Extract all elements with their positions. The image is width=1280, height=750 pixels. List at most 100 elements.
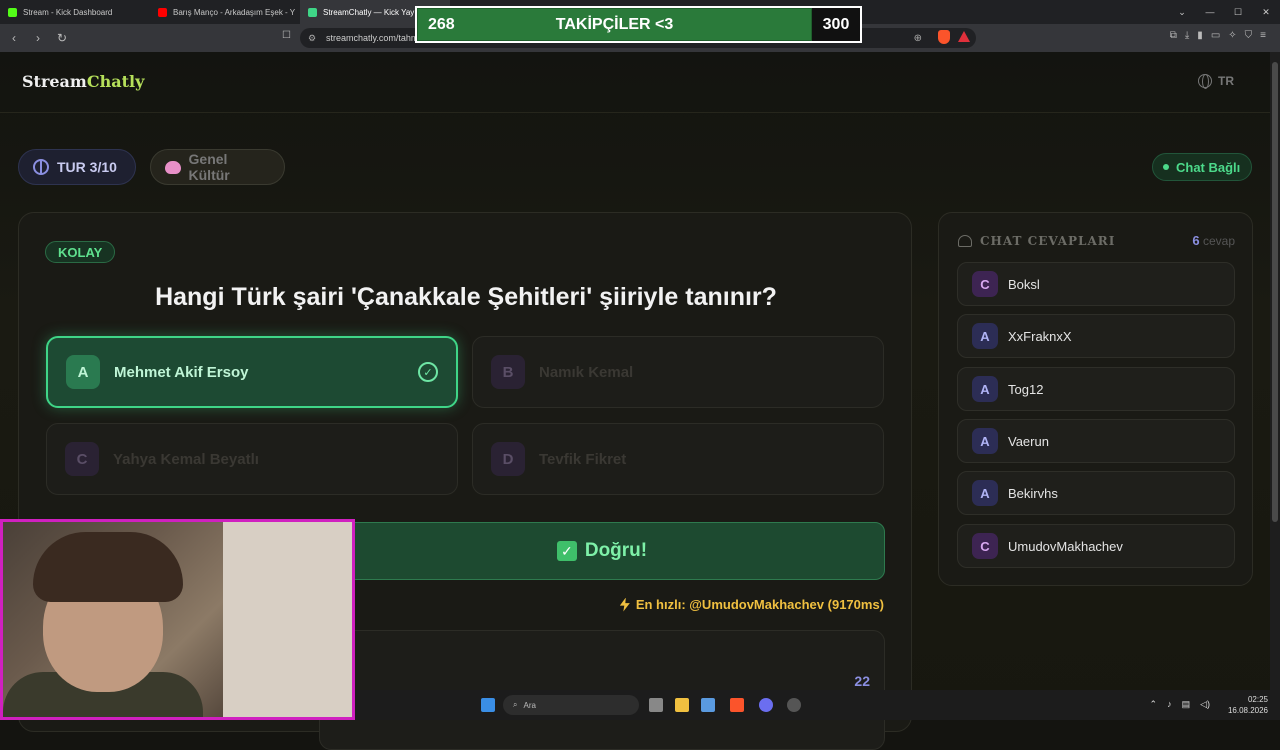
brave-shields-icon[interactable]: [938, 30, 950, 44]
back-icon[interactable]: ‹: [4, 31, 24, 45]
windows-taskbar: ⌕ Ara ⌃ ♪ ▤ ◁) 02:25 16.08.2026: [355, 690, 1280, 720]
webcam-person-hair: [33, 532, 183, 602]
check-circle-icon: ✓: [418, 362, 438, 382]
webcam-background: [223, 522, 352, 717]
difficulty-badge: KOLAY: [45, 241, 116, 263]
status-dot: [1163, 164, 1169, 170]
file-explorer-icon[interactable]: [675, 698, 689, 712]
globe-icon: [1198, 74, 1212, 89]
option-letter: C: [65, 442, 99, 476]
answer-count-suffix: cevap: [1202, 234, 1235, 248]
brave-taskbar-icon[interactable]: [730, 698, 744, 712]
download-icon[interactable]: ⤓: [1185, 30, 1189, 41]
store-icon[interactable]: [701, 698, 715, 712]
site-info-icon[interactable]: ⚙: [308, 33, 316, 44]
leo-icon[interactable]: ✧: [1228, 30, 1236, 41]
close-icon[interactable]: ✕: [1252, 7, 1280, 18]
minimize-icon[interactable]: —: [1196, 7, 1224, 17]
network-icon[interactable]: ▤: [1182, 699, 1191, 710]
answer-letter: C: [972, 533, 998, 559]
language-label: TR: [1218, 74, 1234, 88]
chat-answer-item: A Vaerun: [957, 419, 1235, 463]
tab-label: StreamChatly — Kick Yay: [323, 7, 415, 17]
chat-answers-header: CHAT CEVAPLARI 6 cevap: [958, 233, 1235, 248]
zoom-icon[interactable]: ⊕: [914, 33, 922, 44]
result-text: Doğru!: [584, 540, 648, 561]
answer-letter: C: [972, 271, 998, 297]
taskbar-search[interactable]: ⌕ Ara: [503, 695, 639, 715]
logo[interactable]: StreamChatly: [22, 72, 144, 91]
option-letter: B: [491, 355, 525, 389]
option-letter: A: [66, 355, 100, 389]
extensions-icon[interactable]: ⧉: [1170, 30, 1177, 41]
option-letter: D: [491, 442, 525, 476]
brave-rewards-icon[interactable]: [958, 31, 970, 42]
option-text: Mehmet Akif Ersoy: [114, 363, 249, 381]
task-view-icon[interactable]: [649, 698, 663, 712]
follower-target: 300: [812, 8, 860, 41]
follower-goal-overlay: 268 TAKİPÇİLER <3 300: [415, 6, 862, 43]
logo-part-2: Chatly: [86, 72, 145, 91]
windows-start-icon[interactable]: [481, 698, 495, 712]
sidebar-icon[interactable]: ▮: [1197, 30, 1203, 41]
follower-current: 268: [428, 15, 455, 33]
follower-goal-bar: 268 TAKİPÇİLER <3: [417, 8, 812, 41]
tab-list-icon[interactable]: ⌄: [1168, 7, 1196, 18]
option-text: Yahya Kemal Beyatlı: [113, 450, 259, 468]
kick-icon: [8, 7, 17, 17]
answer-letter: A: [972, 480, 998, 506]
system-tray: ⌃ ♪ ▤ ◁): [1150, 699, 1210, 710]
option-a[interactable]: A Mehmet Akif Ersoy ✓: [46, 336, 458, 408]
chat-answer-item: C UmudovMakhachev: [957, 524, 1235, 568]
bookmark-icon[interactable]: ☐: [282, 30, 291, 41]
logo-part-1: Stream: [22, 72, 87, 91]
browser-tab-youtube[interactable]: Barış Manço - Arkadaşım Eşek - Y: [150, 0, 300, 24]
maximize-icon[interactable]: ☐: [1224, 7, 1252, 18]
obs-icon[interactable]: [787, 698, 801, 712]
option-d[interactable]: D Tevfik Fikret: [472, 423, 884, 495]
search-icon: ⌕: [513, 700, 518, 709]
chat-answer-item: A XxFraknxX: [957, 314, 1235, 358]
chat-answer-item: C Boksl: [957, 262, 1235, 306]
microphone-icon[interactable]: ♪: [1167, 699, 1172, 710]
answer-username: Boksl: [1008, 276, 1040, 292]
option-b[interactable]: B Namık Kemal: [472, 336, 884, 408]
score-number: 22: [854, 673, 870, 689]
browser-tab-kick[interactable]: Stream - Kick Dashboard: [0, 0, 150, 24]
scrollbar-thumb[interactable]: [1272, 62, 1278, 522]
category-label: Genel Kültür: [188, 151, 230, 183]
fastest-text: En hızlı: @UmudovMakhachev (9170ms): [635, 597, 884, 612]
window-controls: ⌄ — ☐ ✕: [1168, 0, 1280, 24]
result-banner: ✓ Doğru!: [319, 522, 885, 580]
wallet-icon[interactable]: ▭: [1211, 30, 1220, 41]
round-label: TUR 3/10: [57, 159, 117, 175]
url-text: streamchatly.com/tahm: [326, 33, 419, 43]
round-badge: TUR 3/10: [18, 149, 136, 185]
answer-username: UmudovMakhachev: [1008, 538, 1123, 554]
answer-letter: A: [972, 428, 998, 454]
vpn-icon[interactable]: ⛉: [1245, 30, 1253, 41]
option-c[interactable]: C Yahya Kemal Beyatlı: [46, 423, 458, 495]
brain-icon: [33, 159, 49, 175]
extension-icons: ⧉ ⤓ ▮ ▭ ✧ ⛉ ≡: [1170, 30, 1266, 41]
answer-username: Bekirvhs: [1008, 485, 1058, 501]
clock-time: 02:25: [1247, 695, 1268, 704]
chat-answer-item: A Tog12: [957, 367, 1235, 411]
reload-icon[interactable]: ↻: [52, 31, 72, 45]
page-scrollbar[interactable]: [1270, 52, 1280, 720]
forward-icon[interactable]: ›: [28, 31, 48, 45]
taskbar-clock[interactable]: 02:25 16.08.2026: [1228, 694, 1268, 716]
chat-answer-item: A Bekirvhs: [957, 471, 1235, 515]
category-badge: Genel Kültür: [150, 149, 285, 185]
answer-count: 6 cevap: [1192, 233, 1235, 248]
youtube-icon: [158, 7, 167, 17]
language-switcher[interactable]: TR: [1198, 74, 1234, 89]
fastest-answer: En hızlı: @UmudovMakhachev (9170ms): [619, 597, 884, 612]
menu-icon[interactable]: ≡: [1260, 30, 1266, 41]
search-placeholder: Ara: [523, 700, 536, 710]
answer-username: XxFraknxX: [1008, 328, 1072, 344]
volume-icon[interactable]: ◁): [1200, 699, 1210, 710]
chevron-up-icon[interactable]: ⌃: [1150, 699, 1158, 710]
users-icon: [958, 234, 972, 247]
discord-icon[interactable]: [759, 698, 773, 712]
